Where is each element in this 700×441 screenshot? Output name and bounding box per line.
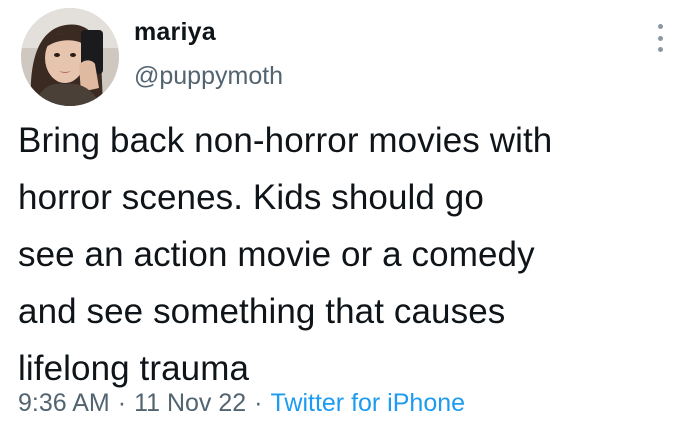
tweet-text-line: see an action movie or a comedy xyxy=(18,235,535,274)
avatar-photo xyxy=(21,8,119,106)
tweet-time[interactable]: 9:36 AM xyxy=(18,389,110,417)
tweet-text-line: horror scenes. Kids should go xyxy=(18,178,484,217)
display-name[interactable]: mariya xyxy=(134,18,216,47)
user-handle[interactable]: @puppymoth xyxy=(134,62,283,91)
more-dot xyxy=(657,47,663,52)
more-dot xyxy=(657,35,663,41)
more-vertical-icon[interactable] xyxy=(650,22,670,54)
tweet-text-line: Bring back non-horror movies with xyxy=(18,121,553,160)
tweet-date[interactable]: 11 Nov 22 xyxy=(134,389,246,417)
more-dot xyxy=(657,24,663,29)
avatar[interactable] xyxy=(21,8,119,106)
tweet-text-line: and see something that causes xyxy=(18,292,506,331)
meta-separator: · xyxy=(254,389,263,417)
tweet-text: Bring back non-horror movies with horror… xyxy=(18,112,688,397)
meta-separator: · xyxy=(117,389,127,417)
tweet-meta: 9:36 AM · 11 Nov 22 · Twitter for iPhone xyxy=(18,389,465,418)
tweet-source-link[interactable]: Twitter for iPhone xyxy=(271,389,466,417)
tweet-card: mariya @puppymoth Bring back non-horror … xyxy=(0,0,700,441)
